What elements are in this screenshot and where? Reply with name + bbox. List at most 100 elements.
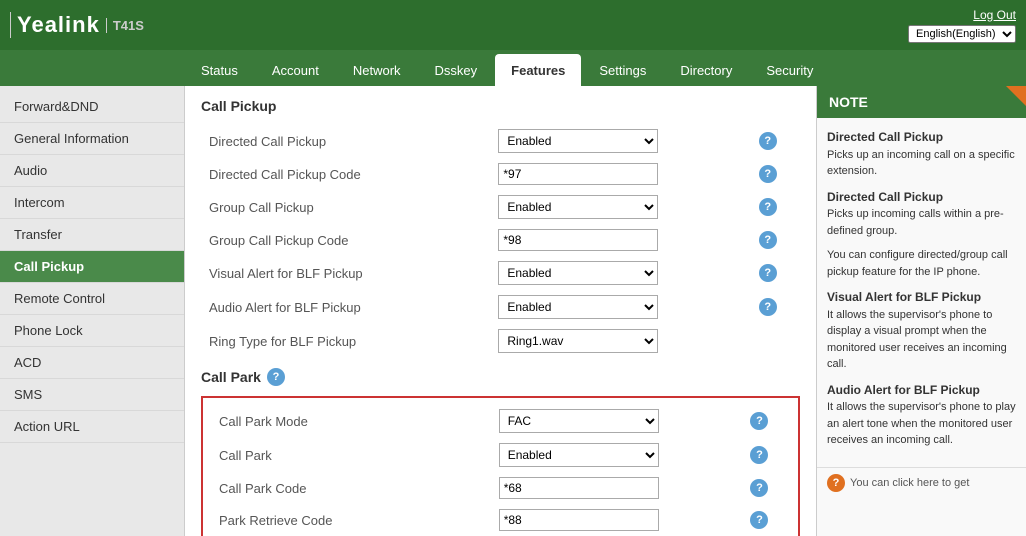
note-entry: Visual Alert for BLF PickupIt allows the… <box>827 288 1016 373</box>
sidebar-item-action-url[interactable]: Action URL <box>0 411 184 443</box>
note-footer: ? You can click here to get <box>817 467 1026 498</box>
group-call-pickup-select[interactable]: EnabledDisabled <box>498 195 658 219</box>
field-value: EnabledDisabled <box>490 190 750 224</box>
field-value <box>490 158 750 190</box>
help-icon[interactable]: ? <box>750 446 768 464</box>
field-value <box>490 224 750 256</box>
ring-type-select[interactable]: Ring1.wavRing2.wav <box>498 329 658 353</box>
field-value: Ring1.wavRing2.wav <box>490 324 750 358</box>
note-entry: You can configure directed/group call pi… <box>827 247 1016 280</box>
field-label: Group Call Pickup Code <box>201 224 490 256</box>
table-row: Directed Call Pickup Code ? <box>201 158 800 190</box>
sidebar-item-general-info[interactable]: General Information <box>0 123 184 155</box>
app-header: Yealink T41S Log Out English(English) <box>0 0 1026 50</box>
field-label: Directed Call Pickup Code <box>201 158 490 190</box>
note-content: Directed Call PickupPicks up an incoming… <box>817 118 1026 467</box>
help-cell: ? <box>751 190 800 224</box>
table-row: Call Park Code ? <box>211 472 790 504</box>
help-icon[interactable]: ? <box>759 298 777 316</box>
field-value <box>491 472 743 504</box>
language-select[interactable]: English(English) <box>908 25 1016 43</box>
help-cell: ? <box>742 472 790 504</box>
tab-settings[interactable]: Settings <box>583 54 662 86</box>
call-park-title-row: Call Park ? <box>201 368 800 386</box>
field-label: Ring Type for BLF Pickup <box>201 324 490 358</box>
tab-dsskey[interactable]: Dsskey <box>419 54 494 86</box>
help-icon[interactable]: ? <box>750 511 768 529</box>
field-label: Visual Alert for BLF Pickup <box>201 256 490 290</box>
help-cell: ? <box>751 290 800 324</box>
field-value <box>491 504 743 536</box>
sidebar-item-audio[interactable]: Audio <box>0 155 184 187</box>
table-row: Visual Alert for BLF Pickup EnabledDisab… <box>201 256 800 290</box>
directed-call-pickup-code-input[interactable] <box>498 163 658 185</box>
call-pickup-title: Call Pickup <box>201 98 800 114</box>
help-icon[interactable]: ? <box>759 264 777 282</box>
group-call-pickup-code-input[interactable] <box>498 229 658 251</box>
help-cell: ? <box>751 158 800 190</box>
tab-account[interactable]: Account <box>256 54 335 86</box>
sidebar-item-sms[interactable]: SMS <box>0 379 184 411</box>
sidebar: Forward&DND General Information Audio In… <box>0 86 185 536</box>
field-value: EnabledDisabled <box>491 438 743 472</box>
sidebar-item-phone-lock[interactable]: Phone Lock <box>0 315 184 347</box>
visual-alert-select[interactable]: EnabledDisabled <box>498 261 658 285</box>
note-entry: Directed Call PickupPicks up an incoming… <box>827 128 1016 180</box>
top-right-area: Log Out English(English) <box>908 8 1016 43</box>
field-value: EnabledDisabled <box>490 256 750 290</box>
directed-call-pickup-select[interactable]: EnabledDisabled <box>498 129 658 153</box>
nav-tabs: Status Account Network Dsskey Features S… <box>0 50 1026 86</box>
call-park-select[interactable]: EnabledDisabled <box>499 443 659 467</box>
tab-security[interactable]: Security <box>750 54 829 86</box>
call-park-mode-select[interactable]: FACTransfer <box>499 409 659 433</box>
field-label: Call Park Mode <box>211 404 491 438</box>
table-row: Group Call Pickup Code ? <box>201 224 800 256</box>
sidebar-item-acd[interactable]: ACD <box>0 347 184 379</box>
help-icon[interactable]: ? <box>750 412 768 430</box>
field-label: Call Park <box>211 438 491 472</box>
help-cell: ? <box>751 256 800 290</box>
help-icon[interactable]: ? <box>759 198 777 216</box>
help-icon[interactable]: ? <box>759 231 777 249</box>
logout-button[interactable]: Log Out <box>973 8 1016 22</box>
tab-features[interactable]: Features <box>495 54 581 86</box>
help-cell: ? <box>751 124 800 158</box>
note-header: NOTE <box>817 86 1026 118</box>
field-label: Audio Alert for BLF Pickup <box>201 290 490 324</box>
call-park-help-icon[interactable]: ? <box>267 368 285 386</box>
table-row: Call Park EnabledDisabled ? <box>211 438 790 472</box>
table-row: Call Park Mode FACTransfer ? <box>211 404 790 438</box>
help-icon[interactable]: ? <box>750 479 768 497</box>
tab-directory[interactable]: Directory <box>664 54 748 86</box>
audio-alert-select[interactable]: EnabledDisabled <box>498 295 658 319</box>
call-park-table: Call Park Mode FACTransfer ? Call Park E… <box>211 404 790 536</box>
field-value: EnabledDisabled <box>490 290 750 324</box>
help-cell: ? <box>742 404 790 438</box>
tab-status[interactable]: Status <box>185 54 254 86</box>
field-label: Park Retrieve Code <box>211 504 491 536</box>
logo: Yealink T41S <box>10 12 144 38</box>
main-content: Call Pickup Directed Call Pickup Enabled… <box>185 86 816 536</box>
help-icon[interactable]: ? <box>759 165 777 183</box>
field-label: Group Call Pickup <box>201 190 490 224</box>
call-pickup-table: Directed Call Pickup EnabledDisabled ? D… <box>201 124 800 358</box>
park-retrieve-code-input[interactable] <box>499 509 659 531</box>
sidebar-item-forward-dnd[interactable]: Forward&DND <box>0 91 184 123</box>
call-park-title: Call Park <box>201 369 261 385</box>
help-cell: ? <box>751 224 800 256</box>
note-footer-icon[interactable]: ? <box>827 474 845 492</box>
sidebar-item-intercom[interactable]: Intercom <box>0 187 184 219</box>
sidebar-item-remote-control[interactable]: Remote Control <box>0 283 184 315</box>
help-cell <box>751 324 800 358</box>
sidebar-item-transfer[interactable]: Transfer <box>0 219 184 251</box>
sidebar-item-call-pickup[interactable]: Call Pickup <box>0 251 184 283</box>
table-row: Directed Call Pickup EnabledDisabled ? <box>201 124 800 158</box>
help-icon[interactable]: ? <box>759 132 777 150</box>
tab-network[interactable]: Network <box>337 54 417 86</box>
field-label: Directed Call Pickup <box>201 124 490 158</box>
field-label: Call Park Code <box>211 472 491 504</box>
help-cell: ? <box>742 504 790 536</box>
table-row: Audio Alert for BLF Pickup EnabledDisabl… <box>201 290 800 324</box>
main-layout: Forward&DND General Information Audio In… <box>0 86 1026 536</box>
call-park-code-input[interactable] <box>499 477 659 499</box>
